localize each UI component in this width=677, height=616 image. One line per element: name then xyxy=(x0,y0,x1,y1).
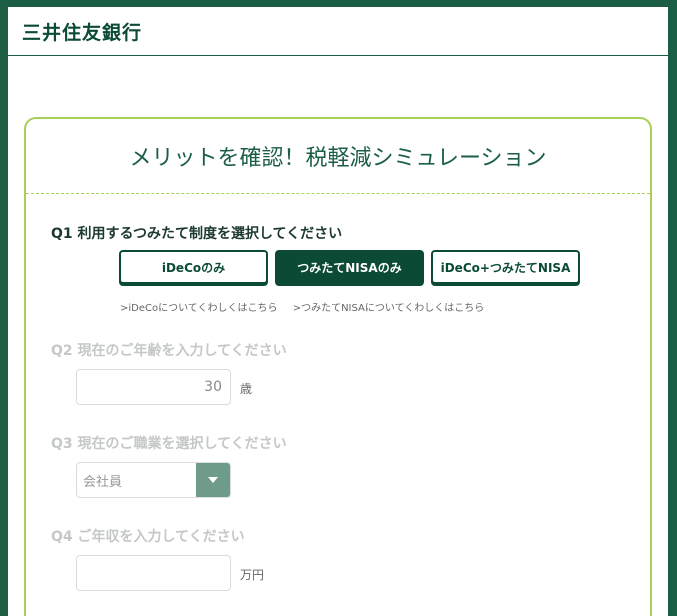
dropdown-arrow-icon[interactable] xyxy=(196,463,230,497)
age-unit: 歳 xyxy=(240,382,253,396)
q4-label: Q4 ご年収を入力してください xyxy=(51,529,245,545)
option-ideco-only-button[interactable]: iDeCoのみ xyxy=(119,250,268,284)
simulation-card: メリットを確認！税軽減シミュレーション Q1 利用するつみたて制度を選択してくだ… xyxy=(24,117,652,616)
nisa-info-link[interactable]: >つみたてNISAについてくわしくはこちら xyxy=(293,303,485,314)
age-input[interactable]: 30 xyxy=(76,369,231,405)
q1-label: Q1 利用するつみたて制度を選択してください xyxy=(51,226,343,242)
card-title: メリットを確認！税軽減シミュレーション xyxy=(26,119,650,194)
option-ideco-plus-nisa-button[interactable]: iDeCo+つみたてNISA xyxy=(431,250,580,284)
occupation-select[interactable]: 会社員 xyxy=(76,462,231,498)
ideco-info-link[interactable]: >iDeCoについてくわしくはこちら xyxy=(120,303,278,314)
q3-label: Q3 現在のご職業を選択してください xyxy=(51,436,287,452)
bank-logo[interactable]: 三井住友銀行 xyxy=(22,18,142,45)
site-header: 三井住友銀行 xyxy=(8,7,668,56)
occupation-value: 会社員 xyxy=(83,474,123,490)
info-links: >iDeCoについてくわしくはこちら >つみたてNISAについてくわしくはこちら xyxy=(120,299,496,314)
page-frame: 三井住友銀行 メリットを確認！税軽減シミュレーション Q1 利用するつみたて制度… xyxy=(8,7,668,616)
q2-label: Q2 現在のご年齢を入力してください xyxy=(51,343,287,359)
income-input[interactable] xyxy=(76,555,231,591)
income-unit: 万円 xyxy=(240,568,265,582)
option-tsumitate-nisa-only-button[interactable]: つみたてNISAのみ xyxy=(275,250,424,284)
